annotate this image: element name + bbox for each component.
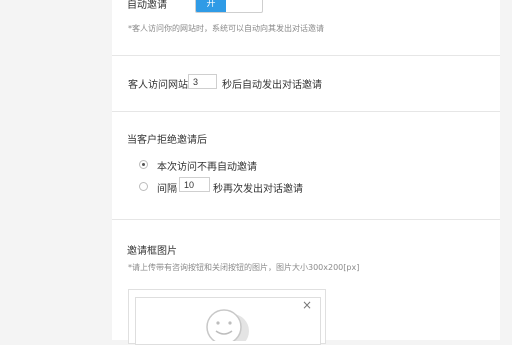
divider [112,219,500,220]
auto-invite-toggle[interactable]: 开 [195,0,263,13]
visit-delay-input[interactable] [188,74,217,89]
right-gutter [500,0,512,340]
auto-invite-label: 自动邀请 [127,0,167,11]
toggle-on-state: 开 [196,0,226,12]
after-reject-title: 当客户拒绝邀请后 [127,135,207,146]
smiley-icon [206,309,249,341]
left-gutter [0,0,112,340]
reinvite-interval-input[interactable] [179,177,210,192]
divider [112,55,500,56]
option-no-reinvite-label: 本次访问不再自动邀请 [157,162,257,173]
auto-invite-hint: *客人访问你的网站时，系统可以自动向其发出对话邀请 [128,24,324,33]
close-icon[interactable]: × [302,299,312,311]
option-interval-suffix: 秒再次发出对话邀请 [213,184,303,195]
invite-image-hint: *请上传带有咨询按钮和关闭按钮的图片，图片大小300x200[px] [128,263,360,272]
divider [112,111,500,112]
radio-reinvite-interval[interactable] [139,182,148,191]
invite-image-title: 邀请框图片 [127,246,177,257]
visit-delay-suffix: 秒后自动发出对话邀请 [222,80,322,91]
option-interval-prefix: 间隔 [157,184,177,195]
visit-delay-prefix: 客人访问网站 [128,80,188,91]
radio-no-reinvite[interactable] [139,160,148,169]
